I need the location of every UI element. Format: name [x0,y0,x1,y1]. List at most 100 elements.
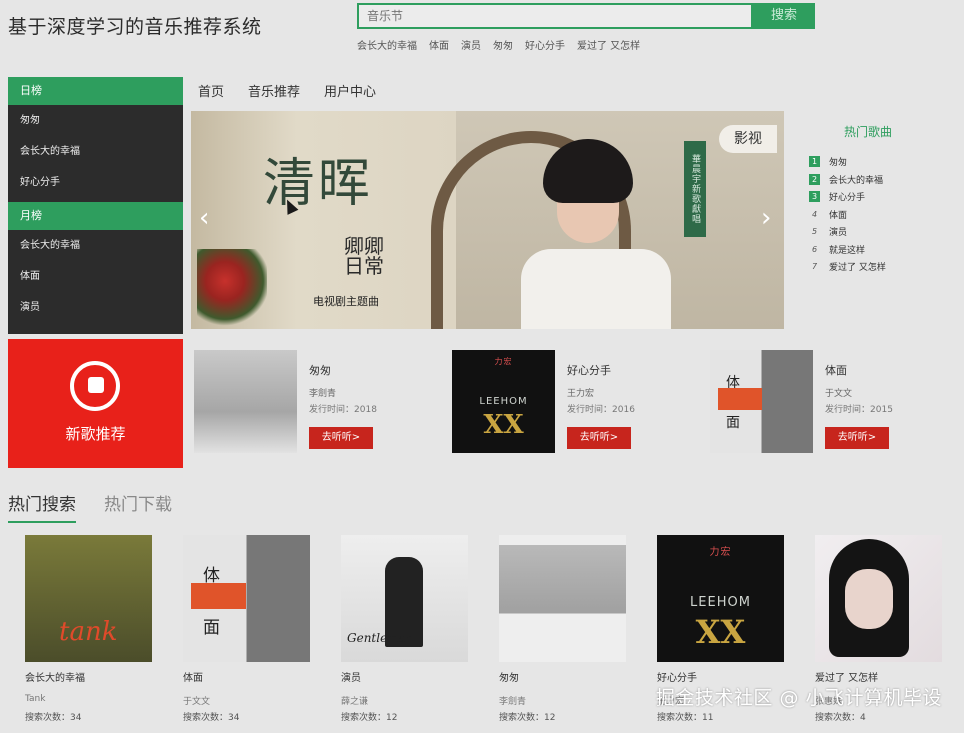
song-cover[interactable]: Gentleman [341,535,468,662]
release-date-value: 2018 [354,405,377,415]
album-cover[interactable]: 体 面 [710,350,813,453]
banner-carousel[interactable]: 清晖 卿卿日常 电视剧主题曲 華晨宇新歌獻唱 影视 ‹ › [191,111,784,329]
song-title[interactable]: 好心分手 [657,669,697,684]
hot-song-item[interactable]: 2 会长大的幸福 [809,171,964,189]
banner-vertical-text: 華晨宇新歌獻唱 [684,141,706,237]
song-artist: 李劍青 [499,697,527,707]
daily-ranking-item[interactable]: 会长大的幸福 [8,136,183,167]
hot-song-item[interactable]: 6 就是这样 [809,241,964,259]
hot-song-item[interactable]: 7 爱过了 又怎样 [809,258,964,276]
song-card: 匆匆 李劍青 搜索次数：12 [499,535,626,733]
hot-song-name: 体面 [829,210,848,221]
hot-song-item[interactable]: 3 好心分手 [809,188,964,206]
hot-keyword-link[interactable]: 演员 [461,37,481,52]
song-artist: Tank [25,694,46,704]
thumbs-up-icon [70,361,120,411]
album-title: 体面 [825,364,847,377]
hot-keyword-link[interactable]: 体面 [429,37,449,52]
album-card: 匆匆 李劍青 发行时间：2018 去听听> [194,350,439,468]
cover-brand-text: 力宏 [709,547,732,558]
song-cover[interactable]: tank [25,535,152,662]
hot-songs-panel: 热门歌曲 1 匆匆 2 会长大的幸福 3 好心分手 4 体面 5 演员 6 就是这样 7 爱过… [784,111,964,329]
nav-user-center[interactable]: 用户中心 [324,81,376,100]
monthly-ranking-item[interactable]: 体面 [8,261,183,292]
hot-song-name: 好心分手 [829,193,866,204]
search-box[interactable] [357,3,753,29]
tab-hot-download[interactable]: 热门下载 [104,490,172,523]
monthly-ranking-item[interactable]: 会长大的幸福 [8,230,183,261]
nav-music-recommend[interactable]: 音乐推荐 [248,81,300,100]
release-date-label: 发行时间： [825,405,871,415]
song-cover[interactable]: 力宏 LEEHOM XX [657,535,784,662]
banner-title: 清晖 [263,154,374,214]
cover-xx-text: XX [695,613,746,651]
section-tabs: 热门搜索 热门下载 [8,490,172,523]
watermark: 掘金技术社区 @ 小飞计算机毕设 [655,687,942,709]
monthly-ranking-header[interactable]: 月榜 [8,202,183,230]
rank-number: 7 [811,262,818,272]
hot-song-name: 会长大的幸福 [829,175,884,186]
album-cover[interactable]: 力宏 LEEHOM XX [452,350,555,453]
song-title[interactable]: 会长大的幸福 [25,669,85,684]
search-count-label: 搜索次数： [657,713,703,723]
search-count: 搜索次数：4 [815,710,866,723]
album-artist: 李劍青 [309,389,337,399]
chevron-right-icon[interactable]: › [761,203,771,233]
rank-number: 1 [809,156,820,168]
tab-hot-search[interactable]: 热门搜索 [8,490,76,523]
release-date-label: 发行时间： [309,405,355,415]
album-cover[interactable] [194,350,297,453]
rank-number: 2 [809,173,820,185]
cover-char-text: 面 [203,618,220,638]
listen-button[interactable]: 去听听> [567,427,631,449]
cover-name-text: LEEHOM [690,595,751,610]
album-release-date: 发行时间：2015 [825,402,893,415]
rank-number: 6 [811,244,818,254]
release-date-value: 2015 [870,405,893,415]
hot-keyword-link[interactable]: 匆匆 [493,37,513,52]
song-card: Gentleman 演员 薛之谦 搜索次数：12 [341,535,468,733]
search-input[interactable] [359,5,751,27]
cover-xx-text: XX [483,410,524,440]
album-release-date: 发行时间：2016 [567,402,635,415]
song-title[interactable]: 体面 [183,669,203,684]
hot-keywords: 会长大的幸福 体面 演员 匆匆 好心分手 爱过了 又怎样 [357,37,640,52]
hot-song-name: 就是这样 [829,245,866,256]
song-cover[interactable] [499,535,626,662]
monthly-ranking-item[interactable]: 演员 [8,292,183,323]
listen-button[interactable]: 去听听> [825,427,889,449]
song-cover[interactable]: 体 面 [183,535,310,662]
hot-song-item[interactable]: 1 匆匆 [809,153,964,171]
daily-ranking-item[interactable]: 匆匆 [8,105,183,136]
new-songs-button[interactable]: 新歌推荐 [8,339,183,468]
album-artist: 于文文 [825,389,853,399]
song-title[interactable]: 演员 [341,669,361,684]
rank-number: 5 [811,227,818,237]
search-count-value: 4 [860,713,866,723]
song-cover[interactable] [815,535,942,662]
song-artist: 于文文 [183,697,211,707]
banner-flower-image [197,249,267,329]
listen-button[interactable]: 去听听> [309,427,373,449]
cover-script-text: Gentleman [347,631,414,645]
search-button[interactable]: 搜索 [753,3,815,29]
hot-songs-title: 热门歌曲 [843,125,892,139]
song-card: tank 会长大的幸福 Tank 搜索次数：34 [25,535,152,733]
daily-ranking-header[interactable]: 日榜 [8,77,183,105]
nav-home[interactable]: 首页 [198,81,224,100]
search-count: 搜索次数：34 [25,710,81,723]
daily-ranking-item[interactable]: 好心分手 [8,167,183,198]
site-title: 基于深度学习的音乐推荐系统 [8,16,262,38]
hot-song-item[interactable]: 4 体面 [809,206,964,224]
search-count-value: 34 [70,713,82,723]
song-title[interactable]: 爱过了 又怎样 [815,669,878,684]
banner-singer-image [521,139,671,329]
hot-keyword-link[interactable]: 会长大的幸福 [357,37,417,52]
song-title[interactable]: 匆匆 [499,669,519,684]
search-count-label: 搜索次数： [25,713,71,723]
hot-keyword-link[interactable]: 好心分手 [525,37,565,52]
hot-keyword-link[interactable]: 爱过了 又怎样 [577,37,640,52]
hot-song-item[interactable]: 5 演员 [809,223,964,241]
chevron-left-icon[interactable]: ‹ [199,203,209,233]
cover-char-text: 面 [726,415,740,431]
